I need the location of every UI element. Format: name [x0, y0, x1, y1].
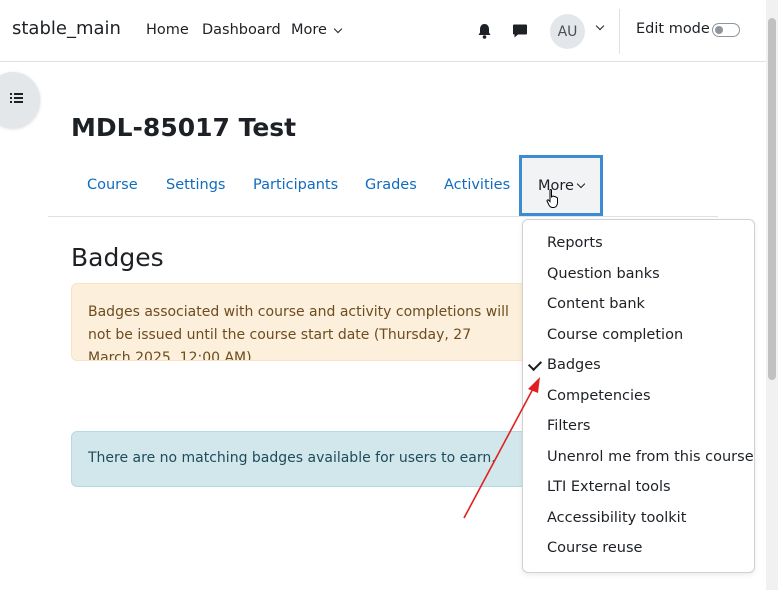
- site-brand[interactable]: stable_main: [12, 18, 121, 39]
- mouse-pointer-icon: [546, 189, 558, 208]
- tab-grades[interactable]: Grades: [365, 177, 417, 193]
- no-badges-info: There are no matching badges available f…: [71, 431, 531, 487]
- tab-participants[interactable]: Participants: [253, 177, 338, 193]
- chat-icon[interactable]: [512, 23, 528, 39]
- menu-item-label: Badges: [547, 357, 601, 373]
- scrollbar-thumb[interactable]: [768, 18, 776, 380]
- more-dropdown-menu: Reports Question banks Content bank Cour…: [522, 219, 755, 573]
- navbar-divider: [619, 9, 620, 54]
- menu-item-reports[interactable]: Reports: [523, 228, 754, 259]
- avatar-initials: AU: [557, 23, 578, 40]
- menu-item-lti-external-tools[interactable]: LTI External tools: [523, 472, 754, 503]
- menu-item-label: Content bank: [547, 296, 645, 312]
- menu-item-label: Filters: [547, 418, 591, 434]
- menu-item-label: LTI External tools: [547, 479, 671, 495]
- menu-item-course-reuse[interactable]: Course reuse: [523, 533, 754, 564]
- menu-item-question-banks[interactable]: Question banks: [523, 259, 754, 290]
- tab-more[interactable]: More: [519, 155, 603, 216]
- nav-home-link[interactable]: Home: [146, 22, 189, 38]
- bell-icon[interactable]: [477, 23, 492, 39]
- menu-item-label: Course completion: [547, 326, 684, 343]
- edit-mode-label: Edit mode: [636, 21, 710, 37]
- menu-item-label: Competencies: [547, 387, 651, 404]
- menu-item-accessibility-toolkit[interactable]: Accessibility toolkit: [523, 503, 754, 534]
- menu-item-label: Reports: [547, 235, 603, 251]
- menu-item-filters[interactable]: Filters: [523, 411, 754, 442]
- tab-course[interactable]: Course: [87, 177, 138, 193]
- chevron-down-icon: [576, 179, 586, 189]
- user-avatar[interactable]: AU: [550, 14, 585, 49]
- menu-item-label: Question banks: [547, 265, 660, 282]
- tab-activities[interactable]: Activities: [444, 177, 510, 193]
- course-secondary-nav: Course Settings Participants Grades Acti…: [48, 152, 718, 217]
- chevron-down-icon: [333, 24, 343, 33]
- user-menu-chevron-down-icon[interactable]: [595, 21, 605, 31]
- nav-more-menu[interactable]: More: [291, 22, 343, 38]
- nav-dashboard-link[interactable]: Dashboard: [202, 22, 281, 38]
- check-icon: [527, 356, 543, 372]
- edit-mode-toggle[interactable]: [712, 23, 740, 37]
- tab-settings[interactable]: Settings: [166, 177, 225, 193]
- nav-more-label: More: [291, 22, 327, 38]
- badge-start-date-warning: Badges associated with course and activi…: [71, 283, 531, 361]
- menu-item-unenrol[interactable]: Unenrol me from this course: [523, 442, 754, 473]
- menu-item-label: Accessibility toolkit: [547, 509, 687, 526]
- menu-item-label: Unenrol me from this course: [547, 448, 754, 465]
- top-navbar: stable_main Home Dashboard More AU Edit …: [0, 0, 766, 62]
- course-title: MDL-85017 Test: [71, 113, 297, 142]
- menu-item-content-bank[interactable]: Content bank: [523, 289, 754, 320]
- course-index-drawer-toggle[interactable]: [0, 72, 40, 128]
- menu-item-badges[interactable]: Badges: [523, 350, 754, 381]
- menu-item-course-completion[interactable]: Course completion: [523, 320, 754, 351]
- toggle-knob: [715, 26, 723, 34]
- menu-item-label: Course reuse: [547, 540, 643, 556]
- page-heading: Badges: [71, 243, 164, 272]
- list-icon: [10, 93, 23, 105]
- menu-item-competencies[interactable]: Competencies: [523, 381, 754, 412]
